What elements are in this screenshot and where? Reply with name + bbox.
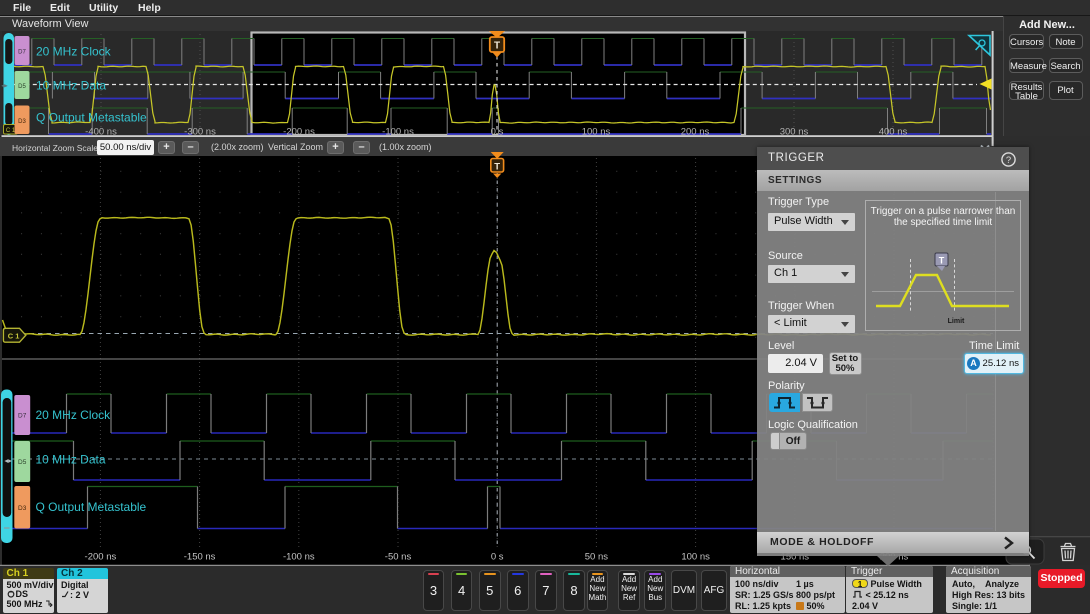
svg-text:400 ns: 400 ns bbox=[879, 127, 908, 138]
svg-text:-100 ns: -100 ns bbox=[382, 127, 414, 138]
svg-text:-200 ns: -200 ns bbox=[283, 127, 315, 138]
svg-text:0 s: 0 s bbox=[491, 552, 504, 563]
svg-text:200 ns: 200 ns bbox=[681, 127, 710, 138]
svg-text:D5: D5 bbox=[18, 459, 27, 466]
svg-text:300 ns: 300 ns bbox=[780, 127, 809, 138]
svg-text:◂▸: ◂▸ bbox=[4, 456, 12, 465]
svg-text:Limit: Limit bbox=[948, 318, 965, 325]
svg-text:D3: D3 bbox=[18, 119, 26, 125]
svg-text:Q Output Metastable: Q Output Metastable bbox=[36, 111, 147, 125]
svg-text:-100 ns: -100 ns bbox=[283, 552, 315, 563]
svg-text:20 MHz Clock: 20 MHz Clock bbox=[36, 408, 112, 422]
svg-text:T: T bbox=[494, 162, 500, 173]
svg-text:-400 ns: -400 ns bbox=[85, 127, 117, 138]
svg-text:50 ns: 50 ns bbox=[585, 552, 608, 563]
svg-text:100 ns: 100 ns bbox=[582, 127, 611, 138]
svg-text:◂▸: ◂▸ bbox=[1, 83, 8, 90]
svg-text:?: ? bbox=[1006, 155, 1011, 166]
svg-text:D5: D5 bbox=[18, 84, 26, 90]
svg-text:-50 ns: -50 ns bbox=[385, 552, 412, 563]
svg-text:C 1: C 1 bbox=[8, 332, 20, 341]
svg-text:10 MHz Data: 10 MHz Data bbox=[36, 452, 106, 466]
svg-text:-300 ns: -300 ns bbox=[184, 127, 216, 138]
svg-text:D7: D7 bbox=[18, 413, 27, 420]
svg-text:-150 ns: -150 ns bbox=[184, 552, 216, 563]
svg-text:D3: D3 bbox=[18, 505, 27, 512]
svg-text:20 MHz Clock: 20 MHz Clock bbox=[36, 45, 112, 59]
svg-text:10 MHz Data: 10 MHz Data bbox=[36, 79, 106, 93]
svg-text:D7: D7 bbox=[18, 50, 26, 56]
svg-text:Q Output Metastable: Q Output Metastable bbox=[36, 500, 147, 514]
svg-text:C 1: C 1 bbox=[6, 128, 16, 134]
svg-text:100 ns: 100 ns bbox=[681, 552, 710, 563]
svg-text:-200 ns: -200 ns bbox=[85, 552, 117, 563]
svg-text:T: T bbox=[494, 41, 500, 52]
svg-text:T: T bbox=[939, 255, 945, 265]
